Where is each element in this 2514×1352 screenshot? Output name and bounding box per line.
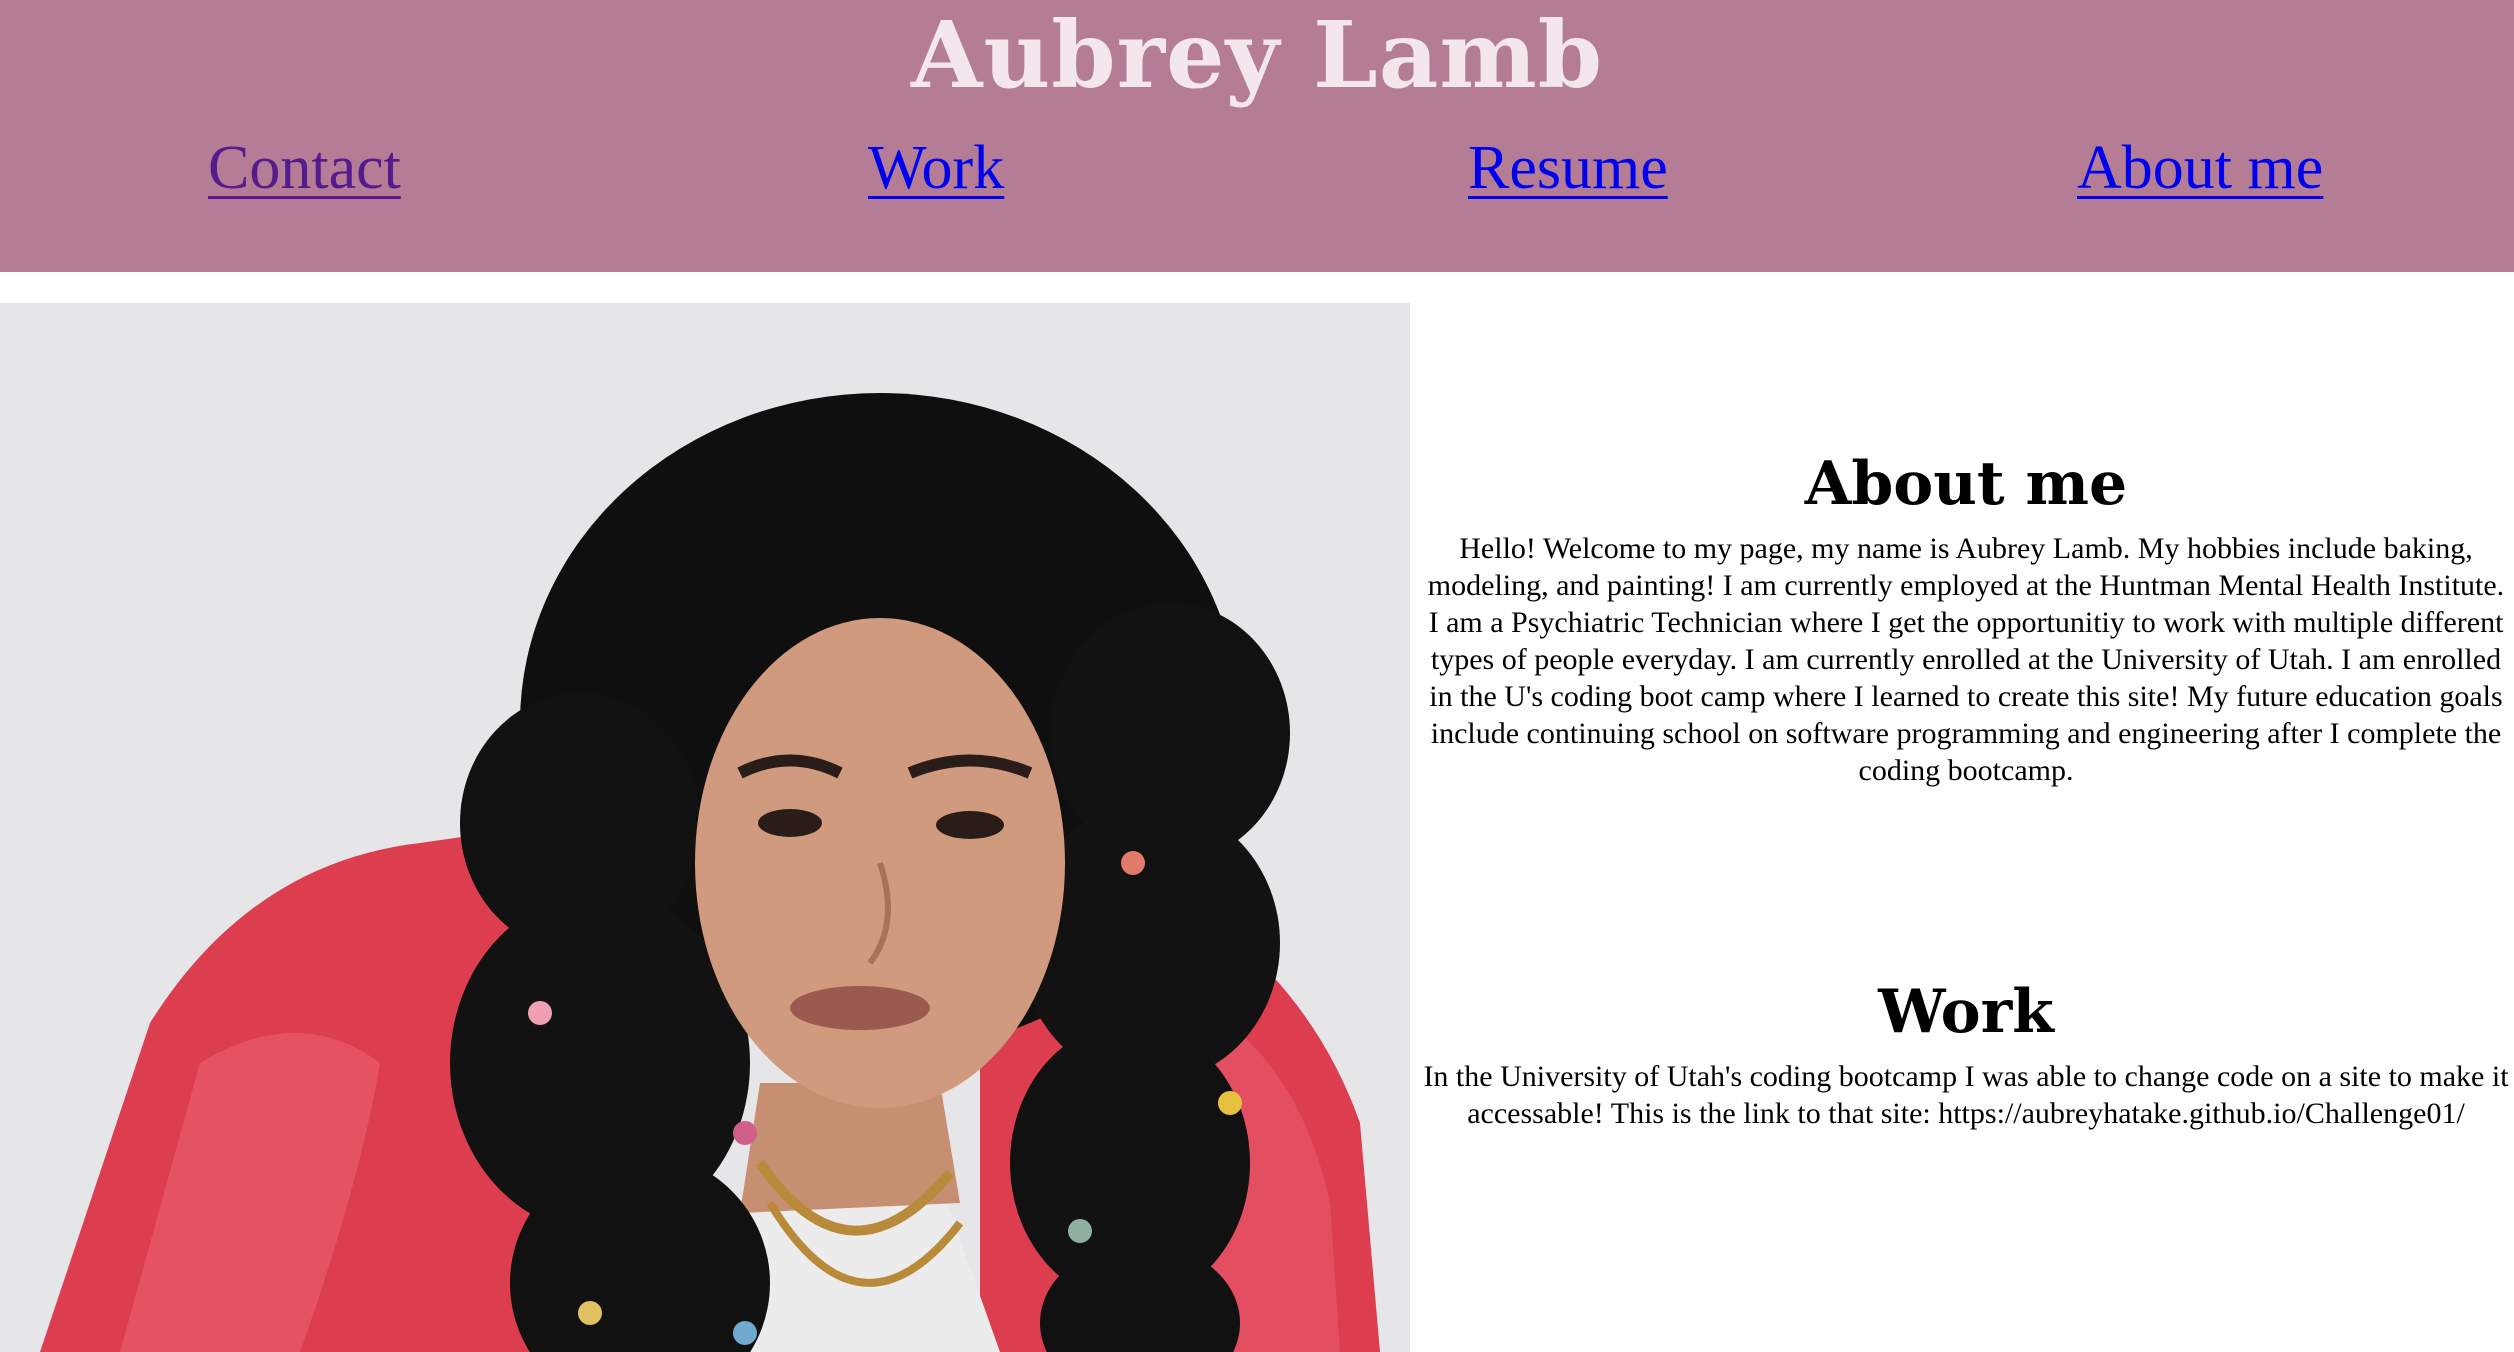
- portrait-photo: [0, 303, 1410, 1352]
- site-title: Aubrey Lamb: [910, 1, 1604, 109]
- work-heading: Work: [1878, 977, 2054, 1047]
- nav-link-resume[interactable]: Resume: [1468, 128, 1668, 208]
- site-header: Aubrey Lamb Contact Work Resume About me: [0, 0, 2514, 272]
- about-section: About me Hello! Welcome to my page, my n…: [1418, 448, 2514, 789]
- work-body: In the University of Utah's coding bootc…: [1423, 1060, 2509, 1130]
- about-body: Hello! Welcome to my page, my name is Au…: [1427, 532, 2505, 787]
- work-section: Work In the University of Utah's coding …: [1418, 976, 2514, 1132]
- portrait-illustration: [0, 303, 1410, 1352]
- about-heading: About me: [1804, 449, 2128, 519]
- nav-link-work[interactable]: Work: [868, 128, 1004, 208]
- main-nav: Contact Work Resume About me: [0, 128, 2514, 208]
- nav-link-contact[interactable]: Contact: [208, 128, 401, 208]
- nav-link-about-me[interactable]: About me: [2077, 128, 2323, 208]
